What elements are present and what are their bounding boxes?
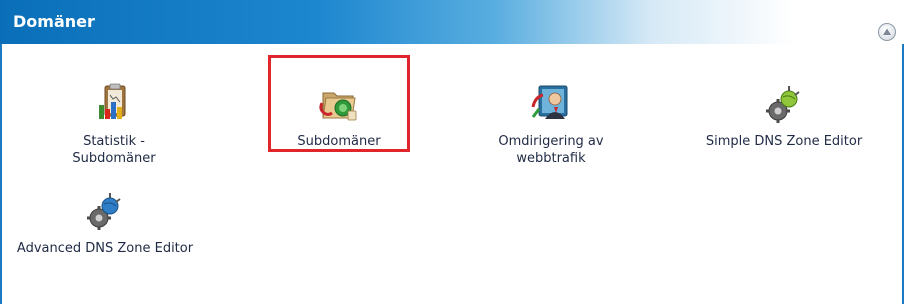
web-redirect-label: Omdirigering av webbtrafik bbox=[498, 134, 604, 166]
dns-gear-icon bbox=[766, 86, 800, 123]
redirect-user-icon bbox=[531, 85, 568, 119]
folder-globe-icon bbox=[319, 92, 357, 121]
statistics-icon bbox=[99, 83, 126, 119]
panel-title: Domäner bbox=[13, 12, 95, 31]
statistics-subdomains-link[interactable]: Statistik - Subdomäner bbox=[44, 83, 184, 166]
advanced-dns-zone-editor-link[interactable]: Advanced DNS Zone Editor bbox=[0, 190, 210, 290]
simple-dns-zone-editor-label: Simple DNS Zone Editor bbox=[705, 134, 863, 149]
domains-panel: Domäner Statistik - Subdomäner Subdomäne… bbox=[0, 0, 904, 304]
subdomains-link[interactable]: Subdomäner bbox=[269, 83, 409, 149]
panel-header: Domäner bbox=[0, 0, 904, 44]
collapse-up-icon bbox=[883, 28, 891, 35]
advanced-dns-zone-editor-label: Advanced DNS Zone Editor bbox=[16, 241, 194, 256]
web-redirect-link[interactable]: Omdirigering av webbtrafik bbox=[481, 83, 621, 166]
simple-dns-zone-editor-link[interactable]: Simple DNS Zone Editor bbox=[674, 83, 894, 149]
subdomains-label: Subdomäner bbox=[297, 134, 381, 149]
advanced-dns-gear-icon bbox=[87, 193, 121, 230]
collapse-button[interactable] bbox=[878, 23, 896, 41]
statistics-subdomains-label: Statistik - Subdomäner bbox=[72, 134, 156, 166]
